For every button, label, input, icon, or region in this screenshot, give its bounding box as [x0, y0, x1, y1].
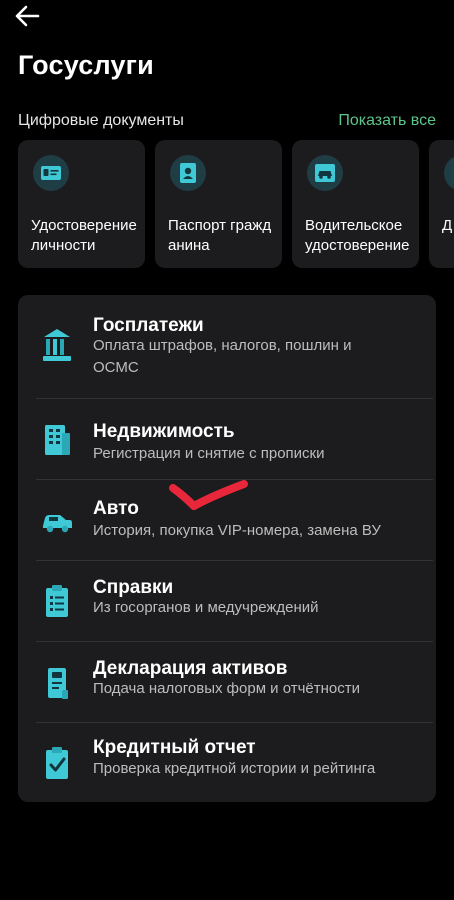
service-item-credit-report[interactable]: Кредитный отчет Проверка кредитной истор… — [18, 723, 436, 802]
service-subtitle: Подача налоговых форм и отчётности — [93, 680, 361, 697]
passport-icon — [170, 155, 206, 191]
service-subtitle: Из госорганов и медучреждений — [93, 599, 319, 616]
arrow-left-icon — [15, 5, 40, 27]
doc-card-label: Паспорт гражданина — [168, 217, 272, 254]
doc-card-label: Д — [442, 217, 453, 234]
service-title: Госплатежи — [93, 315, 204, 336]
car-icon — [43, 515, 72, 533]
service-title: Декларация активов — [93, 658, 288, 679]
service-item-certificates[interactable]: Справки Из госорганов и медучреждений — [18, 561, 436, 641]
doc-card-label: Водительское удостоверение — [305, 217, 410, 254]
show-all-link[interactable]: Показать все — [338, 112, 436, 130]
document-icon — [444, 156, 454, 190]
car-license-icon — [307, 155, 343, 191]
service-item-real-estate[interactable]: Недвижимость Регистрация и снятие с проп… — [18, 399, 436, 479]
government-building-icon — [43, 329, 71, 361]
doc-card-passport[interactable]: Паспорт гражданина — [155, 140, 282, 268]
service-subtitle: Регистрация и снятие с прописки — [93, 445, 325, 462]
clipboard-check-icon — [46, 747, 68, 779]
service-title: Недвижимость — [93, 421, 235, 442]
service-item-payments[interactable]: Госплатежи Оплата штрафов, налогов, пошл… — [18, 295, 436, 398]
service-subtitle: Проверка кредитной истории и рейтинга — [93, 760, 376, 777]
service-subtitle: Оплата штрафов, налогов, пошлин и ОСМС — [93, 337, 352, 376]
digital-documents-label: Цифровые документы — [18, 112, 184, 129]
services-list: Госплатежи Оплата штрафов, налогов, пошл… — [18, 295, 436, 802]
page-title: Госуслуги — [18, 50, 154, 80]
red-checkmark-annotation — [169, 480, 248, 510]
id-card-icon — [33, 155, 69, 191]
doc-card-id[interactable]: Удостоверение личности — [18, 140, 145, 268]
doc-card-more[interactable]: Д — [429, 140, 454, 268]
service-title: Кредитный отчет — [93, 737, 256, 758]
service-subtitle: История, покупка VIP-номера, замена ВУ — [93, 522, 381, 539]
digital-documents-carousel[interactable]: Удостоверение личности Паспорт гражданин… — [18, 140, 454, 268]
service-item-asset-declaration[interactable]: Декларация активов Подача налоговых форм… — [18, 642, 436, 722]
service-title: Справки — [93, 577, 174, 598]
apartment-building-icon — [45, 425, 70, 455]
doc-card-label: Удостоверение личности — [31, 217, 137, 254]
declaration-form-icon — [48, 668, 68, 699]
gosuslugi-screen: Госуслуги Цифровые документы Показать вс… — [0, 0, 454, 900]
clipboard-list-icon — [46, 585, 68, 617]
back-button[interactable] — [10, 2, 44, 30]
service-title: Авто — [93, 498, 139, 519]
doc-card-drivers-license[interactable]: Водительское удостоверение — [292, 140, 419, 268]
